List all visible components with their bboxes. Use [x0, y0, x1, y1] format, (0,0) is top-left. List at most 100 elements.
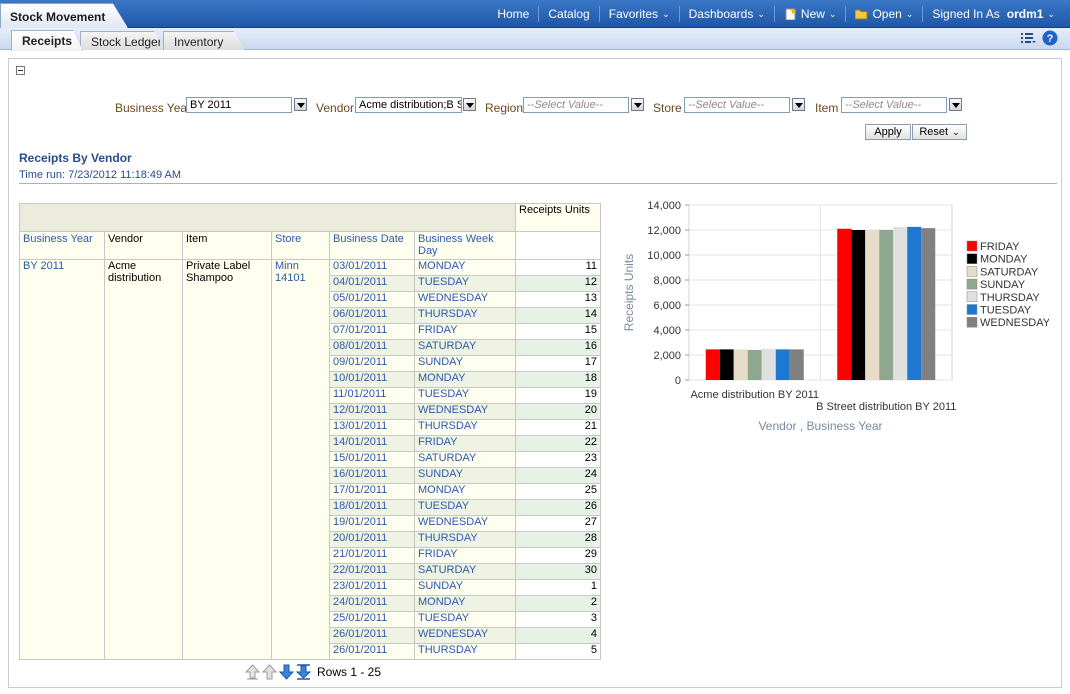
business-date-cell[interactable]: 18/01/2011	[329, 499, 415, 516]
app-title-tab[interactable]: Stock Movement	[0, 3, 128, 28]
business-date-cell[interactable]: 11/01/2011	[329, 387, 415, 404]
week-day-cell[interactable]: MONDAY	[414, 483, 516, 500]
measure-header-spacer	[515, 231, 601, 260]
column-header-business-week-day[interactable]: Business Week Day	[414, 231, 516, 260]
business-date-cell[interactable]: 03/01/2011	[329, 259, 415, 276]
business-date-cell[interactable]: 23/01/2011	[329, 579, 415, 596]
business-date-cell[interactable]: 25/01/2011	[329, 611, 415, 628]
receipts-units-cell: 26	[515, 499, 601, 516]
business-date-cell[interactable]: 09/01/2011	[329, 355, 415, 372]
global-nav: Home Catalog Favorites ⌄ Dashboards ⌄ New ⌄…	[488, 0, 1064, 28]
week-day-cell[interactable]: TUESDAY	[414, 387, 516, 404]
x-category-label: B Street distribution BY 2011	[816, 401, 956, 413]
week-day-cell[interactable]: FRIDAY	[414, 323, 516, 340]
week-day-cell[interactable]: THURSDAY	[414, 419, 516, 436]
week-day-cell[interactable]: WEDNESDAY	[414, 403, 516, 420]
week-day-cell[interactable]: WEDNESDAY	[414, 291, 516, 308]
first-page-icon[interactable]	[245, 664, 260, 680]
week-day-cell[interactable]: TUESDAY	[414, 611, 516, 628]
week-day-cell[interactable]: SATURDAY	[414, 451, 516, 468]
column-header-business-date[interactable]: Business Date	[329, 231, 415, 260]
nav-dashboards[interactable]: Dashboards ⌄	[680, 6, 775, 22]
receipts-units-cell: 28	[515, 531, 601, 548]
next-page-icon[interactable]	[279, 664, 294, 680]
week-day-cell[interactable]: THURSDAY	[414, 531, 516, 548]
week-day-cell[interactable]: MONDAY	[414, 259, 516, 276]
business-date-cell[interactable]: 26/01/2011	[329, 643, 415, 660]
business-date-cell[interactable]: 13/01/2011	[329, 419, 415, 436]
region-select[interactable]: --Select Value--	[523, 97, 629, 113]
business-date-cell[interactable]: 16/01/2011	[329, 467, 415, 484]
nav-signed-in[interactable]: Signed In As ordm1 ⌄	[923, 6, 1064, 22]
chevron-down-icon: ⌄	[662, 8, 670, 19]
week-day-cell[interactable]: WEDNESDAY	[414, 515, 516, 532]
business-date-cell[interactable]: 14/01/2011	[329, 435, 415, 452]
apply-button[interactable]: Apply	[865, 124, 911, 140]
week-day-cell[interactable]: MONDAY	[414, 595, 516, 612]
help-icon[interactable]: ?	[1042, 30, 1058, 46]
business-date-cell[interactable]: 05/01/2011	[329, 291, 415, 308]
business-date-cell[interactable]: 26/01/2011	[329, 627, 415, 644]
business-date-cell[interactable]: 21/01/2011	[329, 547, 415, 564]
item-label: Item	[815, 101, 839, 115]
receipts-units-cell: 4	[515, 627, 601, 644]
business-year-dropdown-icon[interactable]	[294, 98, 307, 111]
table-row: BY 2011 Acme distribution Private Label Sh…	[19, 259, 601, 660]
receipts-units-cell: 22	[515, 435, 601, 452]
week-day-cell[interactable]: SATURDAY	[414, 339, 516, 356]
nav-catalog[interactable]: Catalog	[539, 6, 600, 22]
page-options-icon[interactable]	[1020, 31, 1036, 45]
report-title: Receipts By Vendor	[19, 151, 132, 165]
business-date-cell[interactable]: 22/01/2011	[329, 563, 415, 580]
tab-stock-ledger[interactable]: Stock Ledger	[80, 31, 166, 50]
reset-button[interactable]: Reset ⌄	[912, 124, 967, 140]
nav-new[interactable]: New ⌄	[775, 6, 847, 22]
week-day-cell[interactable]: TUESDAY	[414, 275, 516, 292]
business-date-cell[interactable]: 08/01/2011	[329, 339, 415, 356]
business-date-cell[interactable]: 07/01/2011	[329, 323, 415, 340]
column-header-business-year[interactable]: Business Year	[19, 231, 105, 260]
business-date-cell[interactable]: 24/01/2011	[329, 595, 415, 612]
store-dropdown-icon[interactable]	[792, 98, 805, 111]
nav-open[interactable]: Open ⌄	[846, 6, 924, 22]
vendor-select[interactable]: Acme distribution;B S	[355, 97, 462, 113]
week-day-cell[interactable]: FRIDAY	[414, 547, 516, 564]
collapse-section-icon[interactable]	[16, 66, 25, 75]
business-date-cell[interactable]: 06/01/2011	[329, 307, 415, 324]
item-dropdown-icon[interactable]	[949, 98, 962, 111]
new-document-icon	[785, 8, 797, 20]
tab-inventory[interactable]: Inventory	[163, 31, 245, 50]
tab-receipts[interactable]: Receipts	[11, 30, 83, 51]
business-date-cell[interactable]: 04/01/2011	[329, 275, 415, 292]
week-day-cell[interactable]: THURSDAY	[414, 643, 516, 660]
column-header-store[interactable]: Store	[271, 231, 330, 260]
show-all-rows-icon[interactable]	[296, 664, 311, 680]
business-date-cell[interactable]: 10/01/2011	[329, 371, 415, 388]
business-date-cell[interactable]: 12/01/2011	[329, 403, 415, 420]
region-dropdown-icon[interactable]	[631, 98, 644, 111]
group-business-year-cell[interactable]: BY 2011	[19, 259, 105, 660]
week-day-cell[interactable]: SUNDAY	[414, 355, 516, 372]
business-date-cell[interactable]: 20/01/2011	[329, 531, 415, 548]
business-year-select[interactable]: BY 2011	[186, 97, 292, 113]
week-day-cell[interactable]: WEDNESDAY	[414, 627, 516, 644]
business-date-cell[interactable]: 19/01/2011	[329, 515, 415, 532]
week-day-cell[interactable]: MONDAY	[414, 371, 516, 388]
group-store-cell[interactable]: Minn 14101	[271, 259, 330, 660]
business-date-cell[interactable]: 17/01/2011	[329, 483, 415, 500]
store-select[interactable]: --Select Value--	[684, 97, 790, 113]
business-date-cell[interactable]: 15/01/2011	[329, 451, 415, 468]
nav-favorites[interactable]: Favorites ⌄	[600, 6, 680, 22]
nav-home[interactable]: Home	[488, 6, 540, 22]
y-axis-title: Receipts Units	[622, 254, 636, 331]
week-day-cell[interactable]: TUESDAY	[414, 499, 516, 516]
receipts-units-cell: 12	[515, 275, 601, 292]
previous-page-icon[interactable]	[262, 664, 277, 680]
week-day-cell[interactable]: THURSDAY	[414, 307, 516, 324]
week-day-cell[interactable]: FRIDAY	[414, 435, 516, 452]
week-day-cell[interactable]: SATURDAY	[414, 563, 516, 580]
week-day-cell[interactable]: SUNDAY	[414, 467, 516, 484]
week-day-cell[interactable]: SUNDAY	[414, 579, 516, 596]
item-select[interactable]: --Select Value--	[841, 97, 947, 113]
vendor-dropdown-icon[interactable]	[463, 98, 476, 111]
